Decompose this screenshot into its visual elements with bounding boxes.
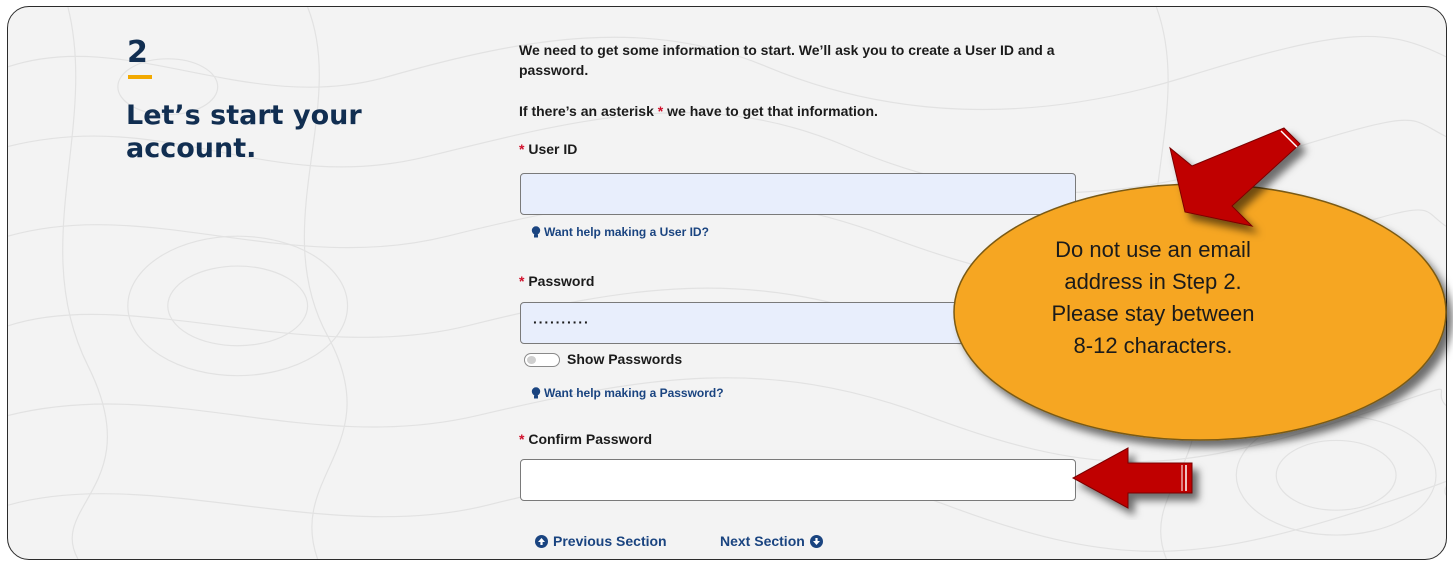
password-help-link[interactable]: Want help making a Password?: [531, 386, 724, 400]
arrow-down-circle-icon: [809, 534, 823, 548]
callout-line: address in Step 2.: [1064, 269, 1242, 294]
show-passwords-toggle[interactable]: [524, 353, 560, 367]
page-title: Let’s start your account.: [126, 100, 362, 164]
user-id-input[interactable]: [520, 173, 1076, 215]
user-id-label: * User ID: [519, 141, 577, 157]
user-id-label-text: User ID: [528, 141, 578, 157]
intro-text: We need to get some information to start…: [519, 42, 1055, 78]
previous-section-text: Previous Section: [553, 533, 667, 549]
next-section-link[interactable]: Next Section: [720, 533, 823, 549]
asterisk-note: If there’s an asterisk * we have to get …: [519, 103, 878, 119]
next-section-text: Next Section: [720, 533, 805, 549]
previous-section-link[interactable]: Previous Section: [535, 533, 667, 549]
password-label-text: Password: [528, 273, 595, 289]
step-number: 2: [127, 35, 148, 70]
confirm-password-input[interactable]: [520, 459, 1076, 501]
callout-line: Do not use an email: [1055, 237, 1251, 262]
callout-line: 8-12 characters.: [1073, 333, 1233, 358]
callout-text: Do not use an email address in Step 2. P…: [1003, 234, 1303, 362]
show-passwords-label[interactable]: Show Passwords: [567, 351, 682, 367]
password-help-text: Want help making a Password?: [544, 386, 724, 400]
user-id-help-text: Want help making a User ID?: [544, 225, 709, 239]
confirm-password-label-text: Confirm Password: [528, 431, 653, 447]
asterisk-note-before: If there’s an asterisk: [519, 103, 658, 119]
password-label: * Password: [519, 273, 594, 289]
required-asterisk: *: [519, 141, 525, 157]
user-id-help-link[interactable]: Want help making a User ID?: [531, 225, 709, 239]
required-asterisk: *: [519, 431, 525, 447]
step-underline: [128, 75, 152, 79]
confirm-password-label: * Confirm Password: [519, 431, 652, 447]
password-input[interactable]: ··········: [520, 302, 1076, 344]
toggle-knob: [527, 356, 536, 364]
lightbulb-icon: [531, 386, 541, 398]
required-asterisk: *: [519, 273, 525, 289]
arrow-up-circle-icon: [535, 534, 548, 548]
callout-line: Please stay between: [1051, 301, 1255, 326]
lightbulb-icon: [531, 225, 541, 237]
asterisk-note-after: we have to get that information.: [663, 103, 878, 119]
